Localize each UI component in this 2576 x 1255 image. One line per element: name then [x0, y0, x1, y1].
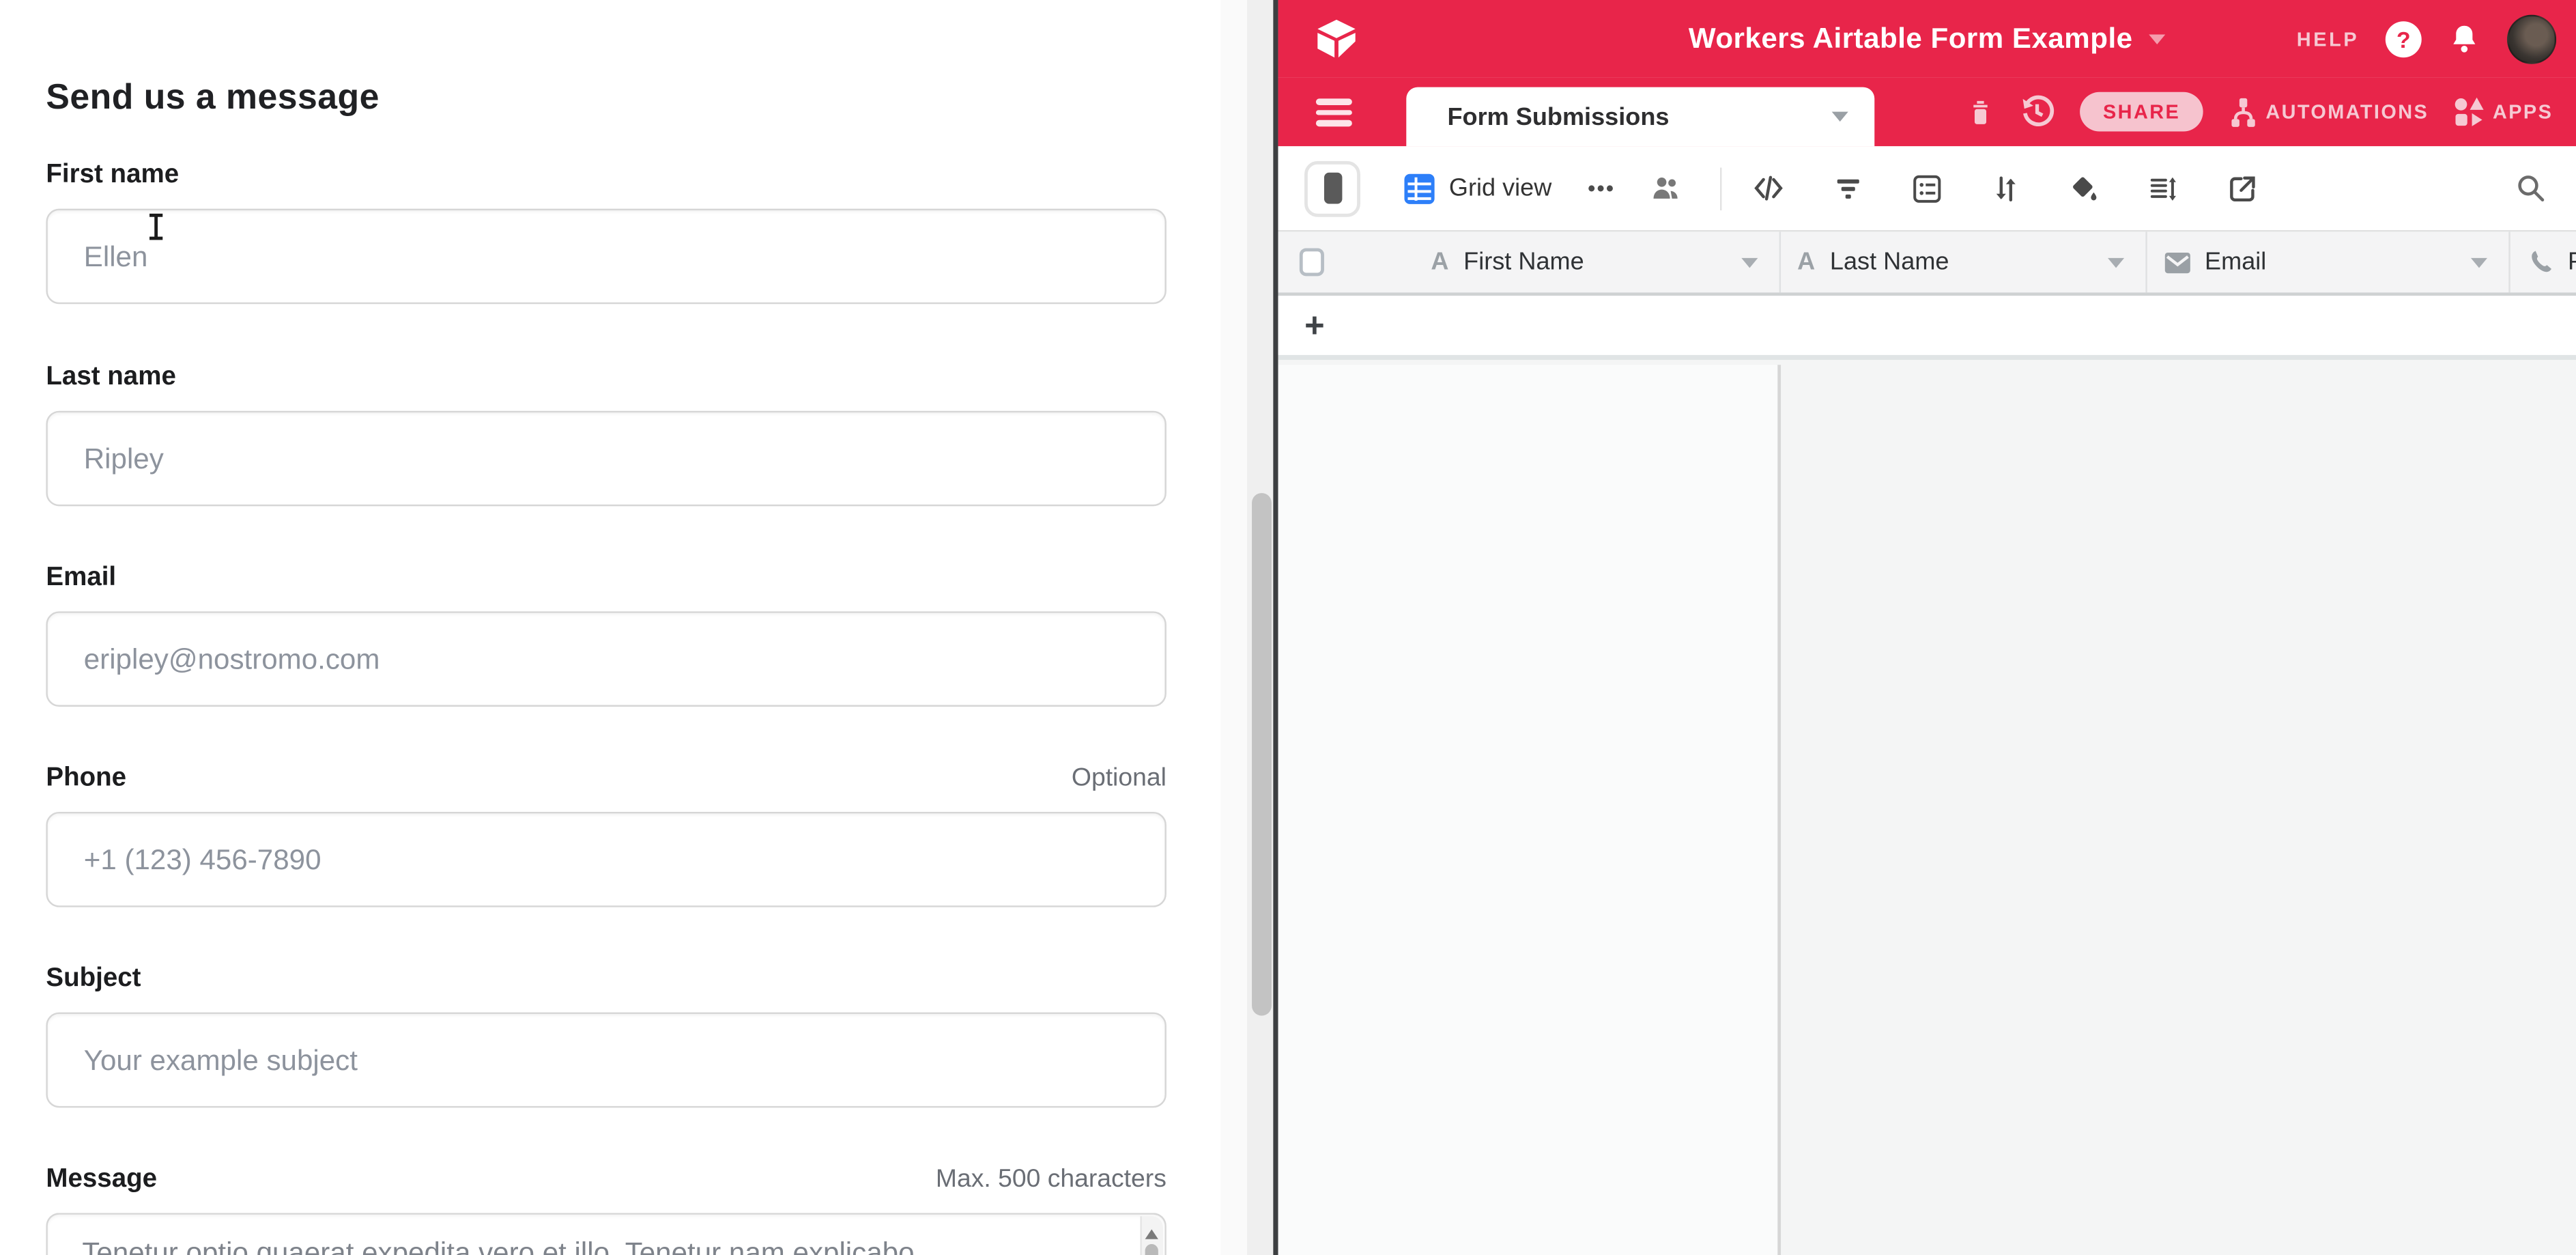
view-toolbar: Grid view •••: [1278, 146, 2576, 231]
base-title[interactable]: Workers Airtable Form Example: [1689, 21, 2133, 56]
first-name-input[interactable]: [46, 209, 1166, 305]
share-button[interactable]: SHARE: [2080, 92, 2203, 132]
last-name-label: Last name: [46, 363, 175, 393]
grid-view-icon: [1403, 172, 1435, 205]
topbar-right-cluster: HELP ?: [2297, 0, 2556, 77]
apps-button[interactable]: APPS: [2453, 94, 2553, 129]
message-scrollbar[interactable]: [1140, 1216, 1163, 1255]
tabbar-right-cluster: SHARE AUTOMATIONS: [1966, 77, 2553, 146]
hide-fields-icon[interactable]: [1751, 171, 1786, 206]
help-label[interactable]: HELP: [2297, 27, 2359, 51]
user-avatar[interactable]: [2507, 14, 2556, 63]
filter-icon[interactable]: [1832, 172, 1865, 205]
view-sidebar-toggle-button[interactable]: [1304, 160, 1360, 216]
field-subject: Subject: [46, 965, 1166, 1108]
notifications-bell-icon[interactable]: [2448, 20, 2480, 57]
plus-icon: +: [1304, 307, 1325, 347]
share-view-icon[interactable]: [2227, 172, 2259, 205]
scroll-up-arrow-icon[interactable]: [1145, 1229, 1158, 1239]
search-icon[interactable]: [2515, 173, 2547, 204]
text-field-type-icon: A: [1431, 248, 1448, 276]
column-header-email[interactable]: Email: [2147, 231, 2510, 292]
tab-form-submissions[interactable]: Form Submissions: [1406, 87, 1874, 147]
pane-divider: [1273, 0, 1278, 1255]
color-icon[interactable]: [2069, 172, 2102, 205]
grid-view-selector[interactable]: Grid view: [1403, 172, 1551, 205]
column-caret-icon[interactable]: [2471, 257, 2487, 267]
subject-label: Subject: [46, 965, 141, 994]
phone-optional-note: Optional: [1072, 764, 1167, 793]
email-field-type-icon: [2164, 251, 2192, 274]
collaborators-icon[interactable]: [1648, 172, 1685, 205]
phone-field-type-icon: [2527, 248, 2555, 276]
airtable-tabbar: Form Submissions SHARE: [1278, 77, 2576, 146]
table-caret-icon[interactable]: [1832, 112, 1848, 122]
add-row-button[interactable]: +: [1278, 296, 2576, 360]
field-first-name: First name: [46, 161, 1166, 304]
toolbar-divider: [1720, 167, 1721, 210]
contact-form-pane: Send us a message First name Last name E…: [0, 0, 1220, 1255]
left-pane-scrollbar-thumb[interactable]: [1252, 493, 1272, 1015]
text-field-type-icon: A: [1797, 248, 1815, 276]
text-cursor-ibeam: [146, 214, 166, 240]
help-icon[interactable]: ?: [2386, 20, 2422, 57]
select-all-checkbox[interactable]: [1300, 248, 1324, 276]
row-height-icon[interactable]: [2147, 172, 2180, 205]
trash-icon[interactable]: [1966, 94, 1994, 129]
message-text-value: Tenetur optio quaerat expedita vero et i…: [82, 1236, 1117, 1255]
base-title-caret-icon[interactable]: [2149, 33, 2166, 43]
phone-input[interactable]: [46, 812, 1166, 907]
message-label: Message: [46, 1165, 157, 1194]
automations-button[interactable]: AUTOMATIONS: [2228, 94, 2429, 129]
apps-icon: [2453, 94, 2486, 129]
message-maxchars-note: Max. 500 characters: [936, 1165, 1167, 1194]
history-icon[interactable]: [2019, 94, 2055, 130]
email-input[interactable]: [46, 611, 1166, 707]
grid-first-column-area[interactable]: [1278, 365, 1781, 1255]
column-caret-icon[interactable]: [2108, 257, 2124, 267]
view-more-options-icon[interactable]: •••: [1588, 176, 1615, 201]
left-pane-scrollbar-track[interactable]: [1220, 0, 1273, 1255]
view-name: Grid view: [1449, 174, 1551, 202]
field-phone: Phone Optional: [46, 764, 1166, 907]
group-icon[interactable]: [1911, 172, 1944, 205]
field-email: Email: [46, 564, 1166, 707]
column-header-phone[interactable]: Phone: [2510, 231, 2576, 292]
sort-icon[interactable]: [1990, 172, 2022, 205]
column-caret-icon[interactable]: [1741, 257, 1758, 267]
email-label: Email: [46, 564, 116, 593]
phone-label: Phone: [46, 764, 126, 793]
airtable-pane: Workers Airtable Form Example HELP ? For…: [1278, 0, 2576, 1255]
table-header-row: A First Name A Last Name Email: [1278, 231, 2576, 296]
field-last-name: Last name: [46, 363, 1166, 506]
automations-icon: [2228, 94, 2259, 129]
grid-empty-canvas[interactable]: [1278, 365, 2576, 1255]
form-title: Send us a message: [46, 78, 380, 119]
sidebar-menu-icon[interactable]: [1316, 98, 1352, 126]
active-table-name: Form Submissions: [1447, 102, 1669, 130]
screenshot-root: Send us a message First name Last name E…: [0, 0, 2576, 1255]
last-name-input[interactable]: [46, 411, 1166, 507]
message-scroll-thumb[interactable]: [1145, 1244, 1158, 1255]
column-header-first-name[interactable]: A First Name: [1278, 231, 1781, 292]
airtable-topbar: Workers Airtable Form Example HELP ?: [1278, 0, 2576, 77]
subject-input[interactable]: [46, 1013, 1166, 1108]
column-header-last-name[interactable]: A Last Name: [1781, 231, 2147, 292]
first-name-label: First name: [46, 161, 179, 191]
